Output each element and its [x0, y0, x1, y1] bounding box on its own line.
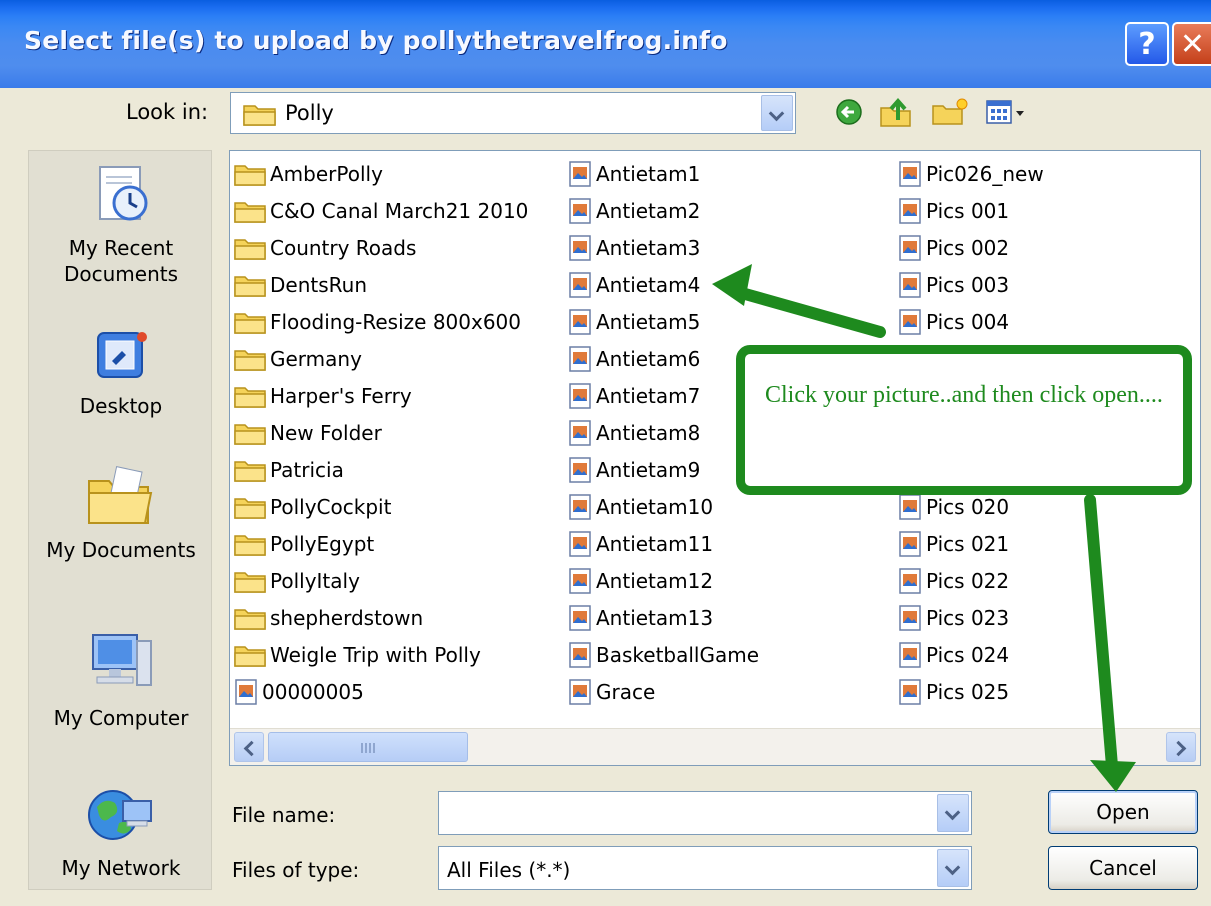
instruction-callout: Click your picture..and then click open.…	[736, 345, 1192, 495]
callout-text: Click your picture..and then click open.…	[765, 382, 1163, 408]
file-upload-dialog: Select file(s) to upload by pollythetrav…	[0, 0, 1211, 906]
